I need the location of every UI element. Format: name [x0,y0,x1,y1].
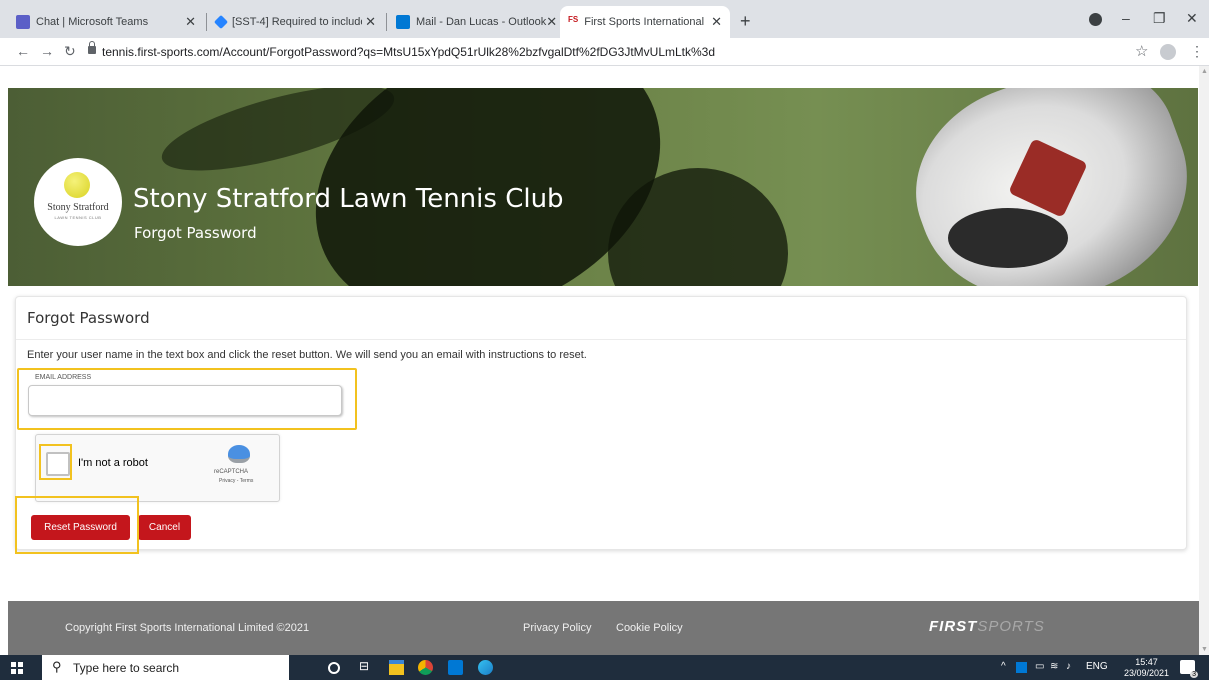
language-indicator[interactable]: ENG [1086,661,1108,672]
close-icon[interactable]: ✕ [185,14,196,30]
close-icon[interactable]: ✕ [711,14,722,30]
firstsports-icon: FS [568,15,579,24]
url-field[interactable]: tennis.first-sports.com/Account/ForgotPa… [102,45,715,59]
notification-center-icon[interactable]: 3 [1180,660,1198,678]
wifi-icon[interactable]: ≋ [1050,661,1058,672]
recaptcha-icon [228,445,250,463]
hero-banner: Stony Stratford LAWN TENNIS CLUB Stony S… [8,88,1198,286]
brand-bold: FIRST [929,618,978,635]
cortana-icon[interactable] [328,662,340,674]
clock[interactable]: 15:47 23/09/2021 [1124,657,1169,679]
record-icon[interactable] [1089,13,1102,26]
search-icon: ⚲ [52,659,62,674]
tray-chevron-icon[interactable]: ^ [1001,661,1006,672]
chrome-icon[interactable] [418,660,433,675]
highlight-box [15,496,139,554]
close-icon[interactable]: ✕ [365,14,376,30]
tab-label: Mail - Dan Lucas - Outlook [416,16,547,28]
minimize-icon[interactable]: – [1122,10,1130,26]
logo-subtext: LAWN TENNIS CLUB [54,215,102,220]
windows-start-icon[interactable] [11,662,23,674]
tab-label: First Sports International [584,16,705,28]
club-logo: Stony Stratford LAWN TENNIS CLUB [34,158,122,246]
page-subtitle: Forgot Password [134,224,257,242]
tab-outlook[interactable]: Mail - Dan Lucas - Outlook ✕ [388,6,557,38]
close-icon[interactable]: ✕ [546,14,557,30]
scrollbar[interactable]: ▲ ▼ [1199,66,1209,655]
new-tab-button[interactable]: + [740,11,751,32]
reload-icon[interactable]: ↻ [64,43,76,60]
volume-icon[interactable]: ♪ [1066,661,1071,672]
taskbar-search[interactable]: ⚲ Type here to search [42,655,289,680]
highlight-box [17,368,357,430]
tab-jira[interactable]: [SST-4] Required to include mem ✕ [208,6,384,38]
tennis-ball-icon [64,172,90,198]
cancel-button[interactable]: Cancel [138,515,191,540]
back-icon[interactable]: ← [16,43,30,59]
recaptcha-links[interactable]: Privacy - Terms [219,478,253,484]
edge-icon[interactable] [478,660,493,675]
battery-icon[interactable]: ▭ [1035,661,1044,672]
lock-icon[interactable] [88,41,96,54]
card-title: Forgot Password [27,309,150,327]
forward-icon[interactable]: → [40,43,54,59]
tab-first-sports[interactable]: FS First Sports International ✕ [560,6,730,38]
menu-kebab-icon[interactable]: ⋮ [1190,43,1204,60]
jira-icon [213,14,229,30]
maximize-icon[interactable]: ❐ [1153,10,1166,27]
tab-label: [SST-4] Required to include mem [232,16,362,28]
privacy-policy-link[interactable]: Privacy Policy [523,622,591,634]
first-sports-logo: FIRSTSPORTS [929,618,1045,635]
outlook-icon[interactable] [448,660,463,675]
profile-icon[interactable] [1160,44,1176,60]
scroll-up-icon[interactable]: ▲ [1201,68,1208,75]
banner-photo-shoe-sole [948,208,1068,268]
windows-taskbar: ⚲ Type here to search ⊟ ^ ▭ ≋ ♪ ENG 15:4… [0,655,1209,680]
copyright-text: Copyright First Sports International Lim… [65,622,310,634]
tab-label: Chat | Microsoft Teams [36,16,149,28]
divider [16,339,1186,340]
window-close-icon[interactable]: ✕ [1186,10,1198,27]
instructions-text: Enter your user name in the text box and… [27,349,587,361]
web-page: Stony Stratford LAWN TENNIS CLUB Stony S… [0,66,1209,655]
bookmark-star-icon[interactable]: ☆ [1135,42,1148,60]
scroll-down-icon[interactable]: ▼ [1201,646,1208,653]
clock-time: 15:47 [1135,657,1158,667]
brand-light: SPORTS [977,618,1045,635]
outlook-icon [396,15,410,29]
page-footer: Copyright First Sports International Lim… [8,601,1199,655]
search-placeholder: Type here to search [73,661,180,675]
recaptcha-brand: reCAPTCHA [214,469,249,475]
tab-teams[interactable]: Chat | Microsoft Teams ✕ [8,6,204,38]
task-view-icon[interactable]: ⊟ [359,659,374,674]
recaptcha-label: I'm not a robot [78,457,148,469]
address-bar: ← → ↻ tennis.first-sports.com/Account/Fo… [0,38,1209,66]
clock-date: 23/09/2021 [1124,668,1170,678]
tray-teams-icon[interactable] [1016,662,1027,673]
file-explorer-icon[interactable] [389,660,404,675]
notification-count: 3 [1190,671,1198,678]
club-title: Stony Stratford Lawn Tennis Club [133,184,564,214]
forgot-password-card: Forgot Password Enter your user name in … [15,296,1187,554]
cookie-policy-link[interactable]: Cookie Policy [616,622,683,634]
teams-icon [16,15,30,29]
logo-text: Stony Stratford [47,202,109,213]
highlight-box [39,444,72,480]
browser-tab-bar: Chat | Microsoft Teams ✕ [SST-4] Require… [0,0,1209,38]
